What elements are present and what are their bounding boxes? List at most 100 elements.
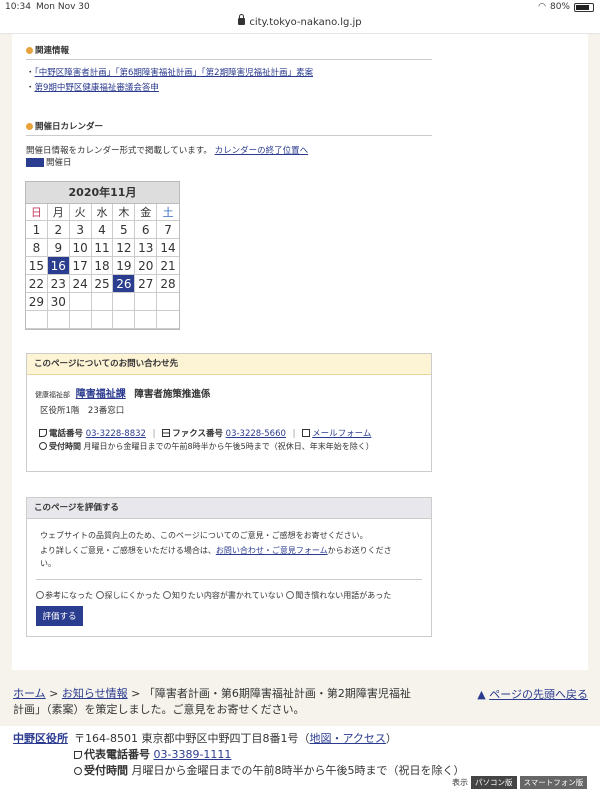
option-helpful[interactable]: 参考になった: [36, 591, 93, 600]
tel-link[interactable]: 03-3228-8832: [86, 429, 146, 439]
related-link-1[interactable]: 「中野区障害者計画」「第6期障害福祉計画」「第2期障害児福祉計画」素案: [35, 68, 314, 78]
related-link-2-row: ・第9期中野区健康福祉審議会答申: [26, 83, 159, 93]
rating-divider: [36, 579, 422, 580]
related-link-1-row: ・「中野区障害者計画」「第6期障害福祉計画」「第2期障害児福祉計画」素案: [26, 68, 314, 78]
calendar-day: 11: [91, 239, 114, 257]
contact-tel-row: 電話番号 03-3228-8832 | ファクス番号 03-3228-5660 …: [39, 427, 371, 439]
option-missing-info[interactable]: 知りたい内容が書かれていない: [162, 591, 284, 600]
breadcrumb: ホーム > お知らせ情報 > 「障害者計画・第6期障害福祉計画・第2期障害児福祉…: [13, 687, 411, 716]
calendar-legend: 開催日: [26, 156, 72, 168]
calendar-weekday: 月: [47, 204, 70, 221]
footer-address: 〒164-8501 東京都中野区中野四丁目8番1号（地図・アクセス）: [74, 732, 397, 745]
wifi-icon: ◠: [538, 2, 546, 12]
calendar-title: 2020年11月: [26, 182, 179, 204]
option-hard-to-find[interactable]: 探しにくかった: [95, 591, 160, 600]
breadcrumb-news[interactable]: お知らせ情報: [62, 687, 128, 700]
url-bar[interactable]: city.tokyo-nakano.lg.jp: [0, 14, 600, 34]
calendar-day: [135, 293, 158, 311]
calendar-day: 2: [47, 221, 70, 239]
related-heading: 関連情報: [26, 44, 432, 60]
calendar-day: 14: [157, 239, 179, 257]
display-label: 表示: [452, 778, 468, 787]
dept-label: 健康福祉部: [35, 391, 70, 399]
calendar-day: [26, 311, 48, 329]
footer-tel-link[interactable]: 03-3389-1111: [154, 748, 232, 761]
calendar-day: [157, 293, 179, 311]
calendar-heading: 開催日カレンダー: [26, 120, 432, 136]
calendar-day: 27: [135, 275, 158, 293]
calendar-day: 12: [113, 239, 136, 257]
status-time: 10:34: [5, 2, 31, 12]
footer: 中野区役所 〒164-8501 東京都中野区中野四丁目8番1号（地図・アクセス）…: [0, 726, 600, 800]
dept-section: 障害者施策推進係: [134, 389, 211, 400]
calendar-day: 13: [135, 239, 158, 257]
breadcrumb-current-1: 「障害者計画・第6期障害福祉計画・第2期障害児福祉: [143, 687, 411, 700]
calendar-end-link[interactable]: カレンダーの終了位置へ: [215, 146, 309, 156]
calendar-day: [113, 311, 136, 329]
back-to-top-link[interactable]: ▲ ページの先頭へ戻る: [477, 686, 588, 702]
battery-percent: 80%: [549, 2, 570, 12]
smartphone-version-button[interactable]: スマートフォン版: [519, 776, 588, 789]
calendar-day: 6: [135, 221, 158, 239]
contact-box: このページについてのお問い合わせ先 健康福祉部 障害福祉課 障害者施策推進係 区…: [26, 353, 432, 472]
calendar-day: 25: [91, 275, 114, 293]
calendar-day: 23: [47, 275, 70, 293]
legend-swatch: [26, 157, 44, 167]
phone-icon: [39, 429, 47, 437]
mail-form-link[interactable]: メールフォーム: [312, 429, 371, 439]
triangle-up-icon: ▲: [477, 688, 486, 701]
map-access-link[interactable]: 地図・アクセス: [309, 732, 385, 745]
calendar-day: 1: [26, 221, 48, 239]
calendar-day: 22: [26, 275, 48, 293]
url-text: city.tokyo-nakano.lg.jp: [249, 17, 362, 28]
calendar-grid: 日月火水木金土 1 2 3 4 5 6 7 8 9 10 11 12 13 14 15 16 17 18 19 20 21…: [26, 204, 179, 329]
contact-dept: 健康福祉部 障害福祉課 障害者施策推進係: [35, 385, 210, 400]
rating-text-1: ウェブサイトの品質向上のため、このページについてのご意見・ご感想をお寄せください…: [40, 531, 368, 540]
calendar-day: 21: [157, 257, 179, 275]
rating-text-2: より詳しくご意見・ご感想をいただける場合は、お問い合わせ・ご意見フォームからお送…: [40, 546, 392, 555]
main-content: 関連情報 ・「中野区障害者計画」「第6期障害福祉計画」「第2期障害児福祉計画」素…: [12, 34, 588, 670]
status-bar: 10:34 Mon Nov 30 ◠ 80%: [0, 0, 600, 14]
option-unfamiliar-terms[interactable]: 聞き慣れない用語があった: [286, 591, 391, 600]
lock-icon: [238, 14, 246, 25]
calendar-day: [113, 293, 136, 311]
calendar-weekday: 土: [157, 204, 179, 221]
calendar-weekday: 金: [135, 204, 158, 221]
calendar-day-open[interactable]: 16: [47, 257, 70, 275]
calendar-day: 10: [69, 239, 92, 257]
contact-location: 区役所1階 23番窓口: [40, 406, 125, 416]
rating-heading: このページを評価する: [27, 498, 431, 519]
calendar-day: [135, 311, 158, 329]
calendar-weekday: 水: [91, 204, 114, 221]
bullet-icon: [26, 123, 33, 130]
battery-icon: [574, 2, 594, 12]
rating-text-3: い。: [40, 559, 56, 568]
bullet-icon: [26, 47, 33, 54]
submit-rating-button[interactable]: 評価する: [36, 606, 83, 626]
contact-heading: このページについてのお問い合わせ先: [27, 354, 431, 375]
calendar-day-open[interactable]: 26: [113, 275, 136, 293]
fax-link[interactable]: 03-3228-5660: [226, 429, 286, 439]
footer-office-name[interactable]: 中野区役所: [13, 730, 68, 746]
breadcrumb-home[interactable]: ホーム: [13, 687, 46, 700]
footer-hours-row: 受付時間 月曜日から金曜日までの午前8時半から午後5時まで（祝日を除く）: [74, 762, 465, 778]
pc-version-button[interactable]: パソコン版: [471, 776, 517, 789]
calendar-day: [69, 311, 92, 329]
dept-link[interactable]: 障害福祉課: [76, 389, 126, 400]
contact-hours-row: 受付時間 月曜日から金曜日までの午前8時半から午後5時まで（祝休日、年末年始を除…: [39, 441, 374, 452]
calendar-day: 3: [69, 221, 92, 239]
display-switch: 表示 パソコン版 スマートフォン版: [452, 776, 588, 789]
status-date: Mon Nov 30: [36, 2, 90, 12]
calendar-day: 19: [113, 257, 136, 275]
calendar-day: 24: [69, 275, 92, 293]
calendar-day: 18: [91, 257, 114, 275]
calendar-day: [91, 311, 114, 329]
related-link-2[interactable]: 第9期中野区健康福祉審議会答申: [35, 83, 159, 93]
feedback-form-link[interactable]: お問い合わせ・ご意見フォーム: [216, 546, 328, 555]
status-right: ◠ 80%: [538, 2, 594, 12]
rating-box: このページを評価する ウェブサイトの品質向上のため、このページについてのご意見・…: [26, 497, 432, 637]
calendar-day: 4: [91, 221, 114, 239]
phone-icon: [74, 751, 82, 759]
footer-tel-row: 代表電話番号 03-3389-1111: [74, 746, 231, 762]
contact-hours: 月曜日から金曜日までの午前8時半から午後5時まで（祝休日、年末年始を除く）: [83, 442, 374, 451]
